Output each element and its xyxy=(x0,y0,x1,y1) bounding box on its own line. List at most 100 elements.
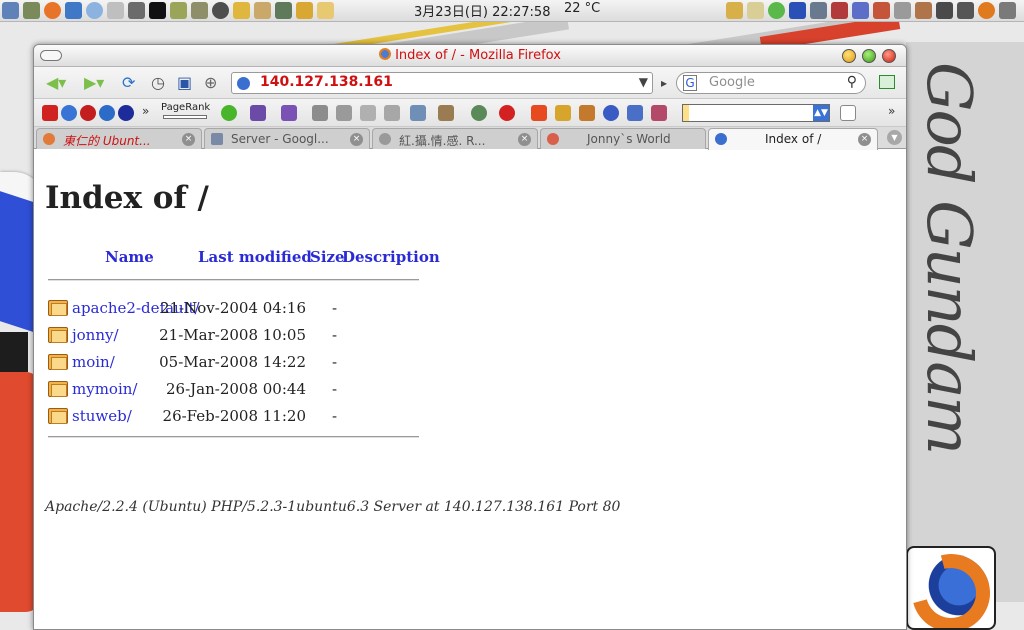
magnify-icon[interactable] xyxy=(471,105,487,121)
tool-icon[interactable] xyxy=(603,105,619,121)
grid-icon[interactable] xyxy=(250,105,266,121)
url-bar[interactable]: 140.127.138.161 ▼ xyxy=(231,72,653,94)
globe-icon[interactable] xyxy=(99,105,115,121)
app-launcher-icon[interactable] xyxy=(23,2,40,19)
tab-close-icon[interactable]: × xyxy=(518,133,531,146)
tab-close-icon[interactable]: × xyxy=(858,133,871,146)
url-dropdown-icon[interactable]: ▼ xyxy=(639,75,648,89)
column-header-size[interactable]: Size xyxy=(310,248,345,266)
tool-icon[interactable] xyxy=(384,105,400,121)
maximize-button[interactable] xyxy=(862,49,876,63)
search-bar[interactable]: G Google ⚲ xyxy=(676,72,866,94)
toolbar-combo-box[interactable]: ▲▼ xyxy=(682,104,830,122)
toolbar-overflow-chevron[interactable]: » xyxy=(142,104,149,118)
tool-icon[interactable] xyxy=(555,105,571,121)
tab-list-dropdown-icon[interactable]: ▼ xyxy=(887,130,902,145)
app-launcher-icon[interactable] xyxy=(317,2,334,19)
bird-icon[interactable] xyxy=(80,105,96,121)
tray-icon[interactable] xyxy=(789,2,806,19)
tray-icon[interactable] xyxy=(873,2,890,19)
search-input[interactable]: Google xyxy=(709,75,755,90)
tool-icon[interactable] xyxy=(627,105,643,121)
tray-icon[interactable] xyxy=(852,2,869,19)
tray-icon[interactable] xyxy=(894,2,911,19)
combo-dropdown-icon[interactable]: ▲▼ xyxy=(813,105,829,121)
directory-link[interactable]: stuweb/ xyxy=(72,407,132,425)
app-launcher-icon[interactable] xyxy=(254,2,271,19)
tool-icon[interactable] xyxy=(336,105,352,121)
tray-icon[interactable] xyxy=(810,2,827,19)
panel-clock[interactable]: 3月23日(日) 22:27:58 xyxy=(414,1,550,20)
app-launcher-icon[interactable] xyxy=(296,2,313,19)
tab-photo[interactable]: 紅.攝.情.感. R... × xyxy=(372,128,538,149)
tab-server-google[interactable]: Server - Googl... × xyxy=(204,128,370,149)
forward-arrow-icon[interactable]: ▶▾ xyxy=(84,74,104,92)
toolbar-overflow-chevron[interactable]: » xyxy=(888,104,895,118)
app-launcher-icon[interactable] xyxy=(86,2,103,19)
firefox-window: Index of / - Mozilla Firefox ◀▾ ▶▾ ⟳ ◷ ▣… xyxy=(33,44,907,630)
status-dot-icon[interactable] xyxy=(221,105,237,121)
amarok-launcher-icon[interactable] xyxy=(149,2,166,19)
tray-icon[interactable] xyxy=(936,2,953,19)
tray-icon[interactable] xyxy=(999,2,1016,19)
row-date: 26-Jan-2008 00:44 xyxy=(165,380,306,398)
google-engine-icon[interactable]: G xyxy=(683,75,697,91)
directory-link[interactable]: jonny/ xyxy=(72,326,119,344)
url-go-arrow-icon[interactable]: ▸ xyxy=(661,76,667,90)
tray-icon[interactable] xyxy=(768,2,785,19)
reload-icon[interactable]: ⟳ xyxy=(122,74,135,92)
tool-icon[interactable] xyxy=(360,105,376,121)
tray-icon[interactable] xyxy=(831,2,848,19)
tab-ubuntu[interactable]: 東仁的 Ubunt... × xyxy=(36,128,202,149)
app-launcher-icon[interactable] xyxy=(275,2,292,19)
url-text[interactable]: 140.127.138.161 xyxy=(260,74,393,90)
power-icon[interactable] xyxy=(978,2,995,19)
tray-icon[interactable] xyxy=(747,2,764,19)
app-launcher-icon[interactable] xyxy=(233,2,250,19)
tool-icon[interactable] xyxy=(438,105,454,121)
window-titlebar[interactable]: Index of / - Mozilla Firefox xyxy=(34,45,906,67)
close-button[interactable] xyxy=(882,49,896,63)
app-launcher-icon[interactable] xyxy=(107,2,124,19)
sidebar-toggle-icon[interactable] xyxy=(879,75,895,89)
page-go-icon[interactable]: ⊕ xyxy=(204,74,217,92)
app-launcher-icon[interactable] xyxy=(2,2,19,19)
grid-menu-icon[interactable] xyxy=(281,105,297,121)
tab-close-icon[interactable]: × xyxy=(350,133,363,146)
tray-icon[interactable] xyxy=(915,2,932,19)
minimize-button[interactable] xyxy=(842,49,856,63)
app-launcher-icon[interactable] xyxy=(191,2,208,19)
back-arrow-icon[interactable]: ◀▾ xyxy=(46,74,66,92)
column-header-name[interactable]: Name xyxy=(105,248,154,266)
tab-index-active[interactable]: Index of / × xyxy=(708,128,878,150)
app-launcher-icon[interactable] xyxy=(170,2,187,19)
tool-icon[interactable] xyxy=(410,105,426,121)
tab-close-icon[interactable]: × xyxy=(182,133,195,146)
tool-icon[interactable] xyxy=(312,105,328,121)
tool-icon[interactable] xyxy=(531,105,547,121)
firefox-launcher-icon[interactable] xyxy=(44,2,61,19)
globe-icon[interactable] xyxy=(61,105,77,121)
youtube-icon[interactable] xyxy=(42,105,58,121)
folder-icon xyxy=(48,300,68,316)
tray-icon[interactable] xyxy=(957,2,974,19)
app-launcher-icon[interactable] xyxy=(212,2,229,19)
column-header-last-modified[interactable]: Last modified xyxy=(198,248,312,266)
search-icon[interactable]: ⚲ xyxy=(847,74,857,90)
history-clock-icon[interactable]: ◷ xyxy=(151,74,165,92)
tab-jonny-world[interactable]: Jonny`s World xyxy=(540,128,706,149)
tool-icon[interactable] xyxy=(579,105,595,121)
directory-link[interactable]: moin/ xyxy=(72,353,115,371)
google-toolbar-icon[interactable] xyxy=(840,105,856,121)
app-launcher-icon[interactable] xyxy=(65,2,82,19)
adblock-icon[interactable] xyxy=(499,105,515,121)
panel-weather[interactable]: 22 °C xyxy=(564,1,600,16)
app-launcher-icon[interactable] xyxy=(128,2,145,19)
tool-icon[interactable] xyxy=(651,105,667,121)
column-header-description[interactable]: Description xyxy=(342,248,440,266)
tray-icon[interactable] xyxy=(726,2,743,19)
u-logo-icon[interactable] xyxy=(118,105,134,121)
firefox-logo-badge[interactable] xyxy=(906,546,996,630)
directory-link[interactable]: mymoin/ xyxy=(72,380,137,398)
bookmarks-icon[interactable]: ▣ xyxy=(177,74,192,92)
